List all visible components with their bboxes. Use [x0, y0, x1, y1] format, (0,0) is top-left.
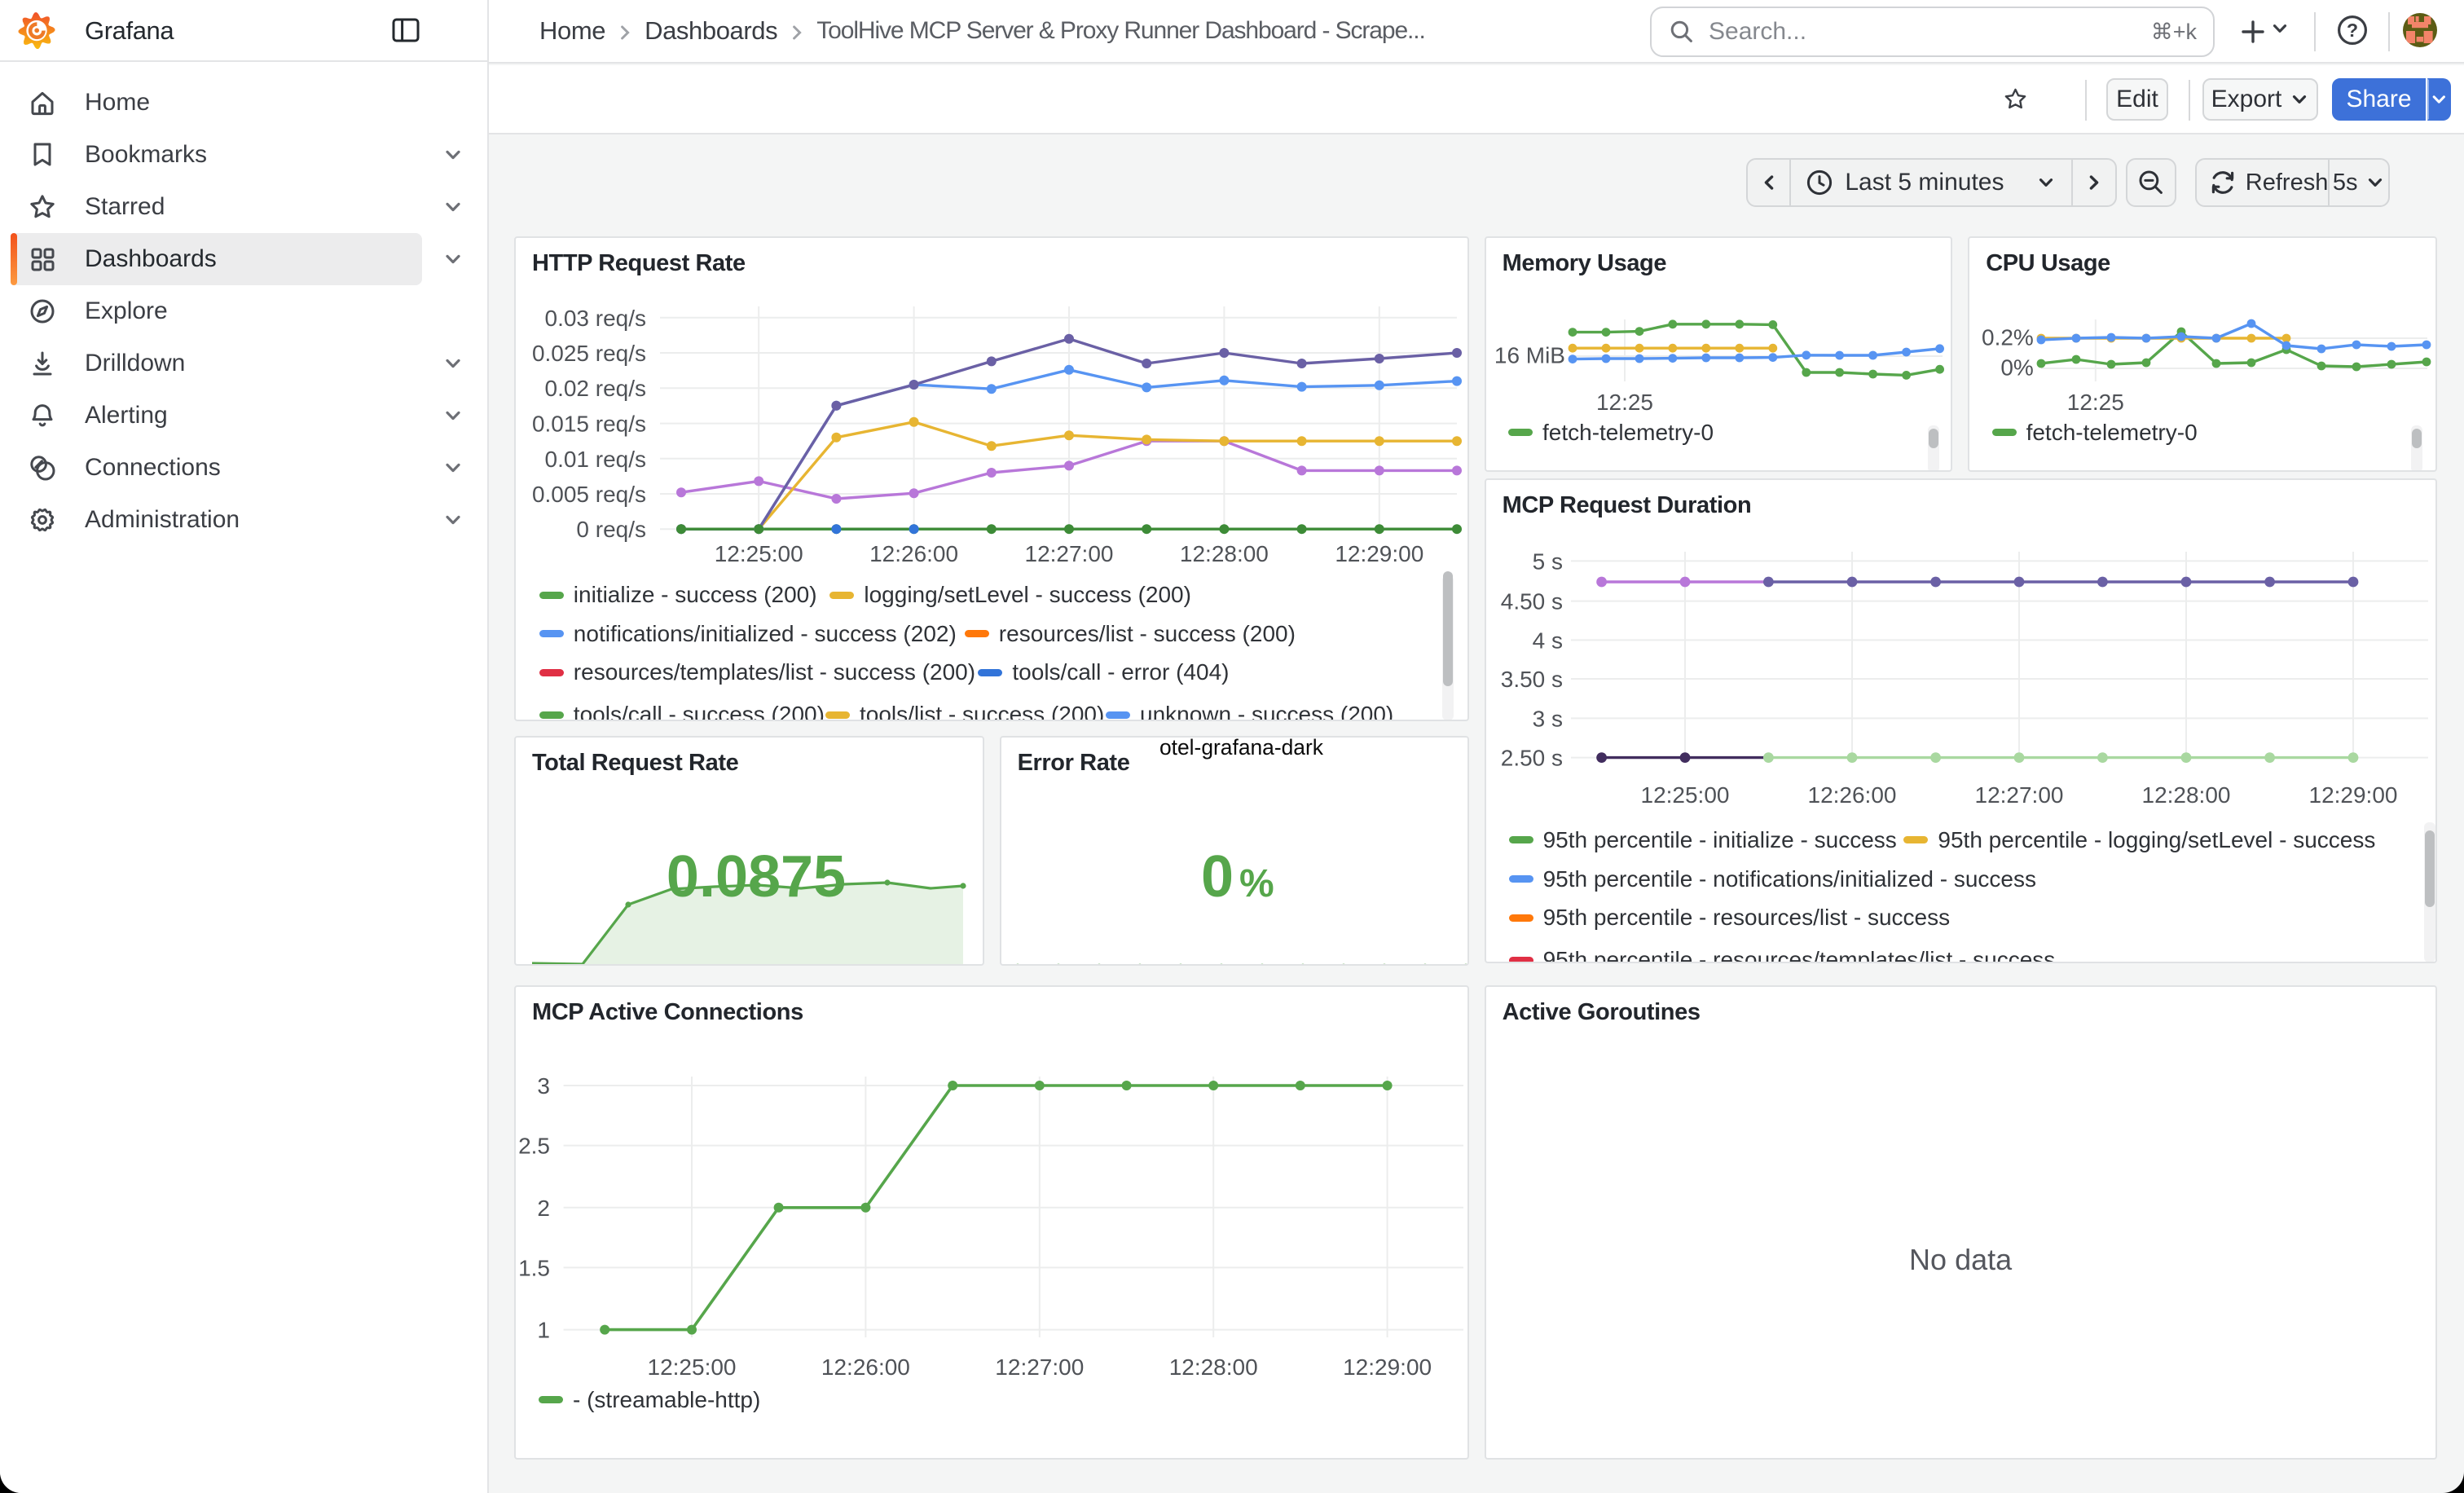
svg-text:12:27:00: 12:27:00: [1025, 541, 1114, 566]
svg-text:12:28:00: 12:28:00: [1169, 1354, 1258, 1380]
svg-text:0.015 req/s: 0.015 req/s: [532, 412, 646, 437]
svg-text:0.025 req/s: 0.025 req/s: [532, 341, 646, 366]
svg-text:0.03 req/s: 0.03 req/s: [545, 306, 646, 331]
svg-text:0 req/s: 0 req/s: [576, 517, 646, 542]
svg-text:3 s: 3 s: [1532, 707, 1562, 732]
svg-text:2: 2: [537, 1196, 550, 1221]
svg-text:12:29:00: 12:29:00: [1335, 541, 1423, 566]
svg-text:2.50 s: 2.50 s: [1500, 746, 1562, 771]
svg-text:12:29:00: 12:29:00: [2308, 782, 2397, 808]
svg-text:5 s: 5 s: [1532, 549, 1562, 575]
svg-text:1.5: 1.5: [518, 1256, 550, 1281]
svg-text:12:25: 12:25: [1596, 390, 1653, 415]
svg-text:12:26:00: 12:26:00: [1807, 782, 1896, 808]
svg-text:2.5: 2.5: [518, 1134, 550, 1159]
svg-text:12:28:00: 12:28:00: [2141, 782, 2230, 808]
svg-text:12:25:00: 12:25:00: [715, 541, 803, 566]
svg-text:1: 1: [537, 1318, 550, 1343]
svg-text:12:26:00: 12:26:00: [821, 1354, 910, 1380]
svg-text:0: 0: [1201, 844, 1234, 909]
svg-text:0.2%: 0.2%: [1982, 324, 2034, 350]
svg-text:0%: 0%: [2001, 355, 2034, 380]
svg-text:3: 3: [537, 1073, 550, 1099]
svg-text:12:25: 12:25: [2067, 390, 2124, 415]
svg-text:12:27:00: 12:27:00: [995, 1354, 1084, 1380]
svg-text:12:29:00: 12:29:00: [1343, 1354, 1432, 1380]
svg-text:12:28:00: 12:28:00: [1180, 541, 1269, 566]
svg-text:4 s: 4 s: [1532, 628, 1562, 654]
svg-text:12:25:00: 12:25:00: [1640, 782, 1729, 808]
svg-text:12:25:00: 12:25:00: [648, 1354, 737, 1380]
svg-text:0.01 req/s: 0.01 req/s: [545, 447, 646, 472]
svg-text:16 MiB: 16 MiB: [1494, 342, 1564, 368]
svg-text:0.0875: 0.0875: [667, 844, 846, 909]
svg-text:0.02 req/s: 0.02 req/s: [545, 376, 646, 401]
svg-text:?: ?: [2347, 20, 2358, 41]
svg-text:12:27:00: 12:27:00: [1974, 782, 2063, 808]
svg-text:4.50 s: 4.50 s: [1500, 589, 1562, 614]
svg-text:0.005 req/s: 0.005 req/s: [532, 482, 646, 507]
svg-text:%: %: [1239, 862, 1274, 905]
svg-text:3.50 s: 3.50 s: [1500, 667, 1562, 692]
svg-text:12:26:00: 12:26:00: [869, 541, 958, 566]
